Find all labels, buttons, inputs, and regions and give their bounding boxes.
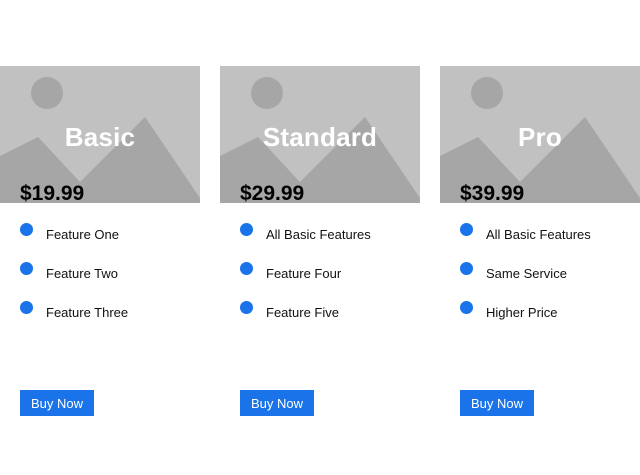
bullet-icon (240, 262, 253, 275)
buy-now-button-standard[interactable]: Buy Now (240, 390, 314, 416)
bullet-icon (20, 223, 33, 236)
feature-item: Same Service (460, 262, 591, 301)
bullet-icon (240, 223, 253, 236)
feature-item: Feature One (20, 223, 128, 262)
buy-now-button-pro[interactable]: Buy Now (460, 390, 534, 416)
buy-now-button-basic[interactable]: Buy Now (20, 390, 94, 416)
feature-item: Feature Two (20, 262, 128, 301)
feature-list: Feature One Feature Two Feature Three (20, 223, 128, 340)
feature-label: Feature Four (266, 266, 342, 281)
feature-label: Feature One (46, 227, 119, 242)
plan-card-pro: Pro $39.99 All Basic Features Same Servi… (440, 66, 640, 436)
feature-label: Feature Three (46, 305, 129, 320)
feature-label: All Basic Features (266, 227, 371, 242)
feature-item: Higher Price (460, 301, 591, 340)
plan-name: Standard (262, 122, 378, 152)
plan-price: $39.99 (460, 182, 525, 205)
feature-item: Feature Five (240, 301, 371, 340)
plan-name: Basic (64, 122, 136, 152)
bullet-icon (460, 223, 473, 236)
feature-list: All Basic Features Same Service Higher P… (460, 223, 591, 340)
bullet-icon (460, 262, 473, 275)
feature-item: All Basic Features (240, 223, 371, 262)
bullet-icon (240, 301, 253, 314)
pricing-plans: Basic $19.99 Feature One Feature Two Fea… (0, 66, 640, 436)
plan-card-basic: Basic $19.99 Feature One Feature Two Fea… (0, 66, 200, 436)
bullet-icon (20, 262, 33, 275)
feature-label: Feature Five (266, 305, 339, 320)
plan-price: $19.99 (20, 182, 85, 205)
feature-item: All Basic Features (460, 223, 591, 262)
bullet-icon (20, 301, 33, 314)
feature-item: Feature Three (20, 301, 128, 340)
plan-price: $29.99 (240, 182, 305, 205)
feature-label: Higher Price (486, 305, 558, 320)
feature-list: All Basic Features Feature Four Feature … (240, 223, 371, 340)
feature-label: Same Service (486, 266, 567, 281)
feature-label: All Basic Features (486, 227, 591, 242)
plan-name: Pro (518, 122, 562, 152)
feature-item: Feature Four (240, 262, 371, 301)
feature-label: Feature Two (46, 266, 119, 281)
bullet-icon (460, 301, 473, 314)
plan-card-standard: Standard $29.99 All Basic Features Featu… (220, 66, 420, 436)
